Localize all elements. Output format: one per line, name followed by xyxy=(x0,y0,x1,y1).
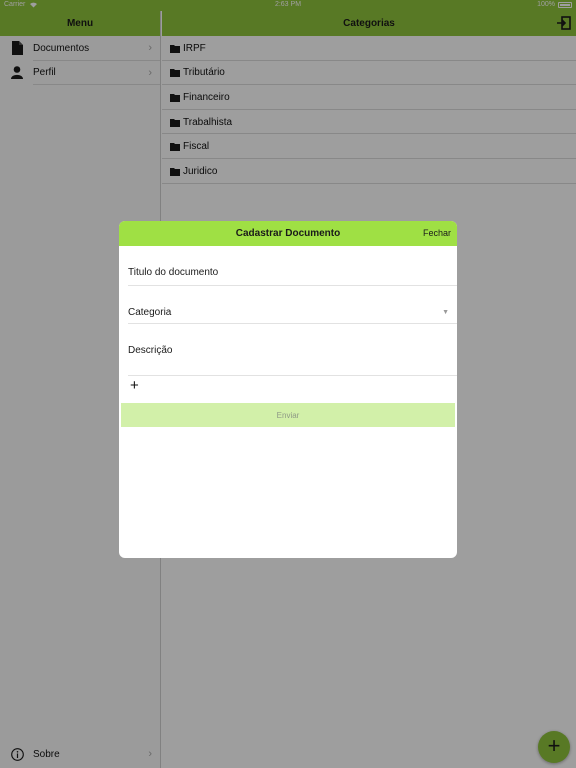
submit-button[interactable]: Enviar xyxy=(121,403,455,427)
close-button[interactable]: Fechar xyxy=(423,228,451,238)
divider xyxy=(128,375,457,376)
description-textarea[interactable]: Descrição xyxy=(128,345,457,356)
modal-header: Cadastrar Documento Fechar xyxy=(119,221,457,246)
document-title-input[interactable]: Titulo do documento xyxy=(128,267,457,278)
modal-title: Cadastrar Documento xyxy=(235,228,341,239)
divider xyxy=(128,285,457,286)
register-document-modal: Cadastrar Documento Fechar Titulo do doc… xyxy=(119,221,457,558)
category-select[interactable]: Categoria ▼ xyxy=(128,307,457,318)
submit-label: Enviar xyxy=(276,410,300,420)
divider xyxy=(128,323,457,324)
category-select-label: Categoria xyxy=(128,307,172,318)
add-attachment-button[interactable]: + xyxy=(130,378,139,393)
caret-down-icon: ▼ xyxy=(442,309,449,316)
